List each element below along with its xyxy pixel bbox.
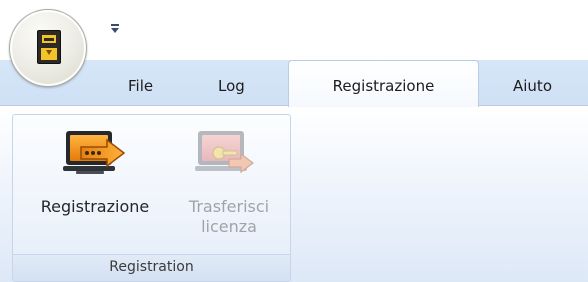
ribbon-group-label: Registration [109,259,194,275]
trasferisci-licenza-label: Trasferisci licenza [173,197,285,237]
app-icon-glyph [44,38,54,41]
tab-registrazione-label: Registrazione [332,77,435,95]
app-icon-top [42,35,56,43]
trasferisci-licenza-button: Trasferisci licenza [173,119,285,251]
tab-log[interactable]: Log [218,77,245,95]
monitor-key-arrow-icon [195,131,254,174]
application-menu-button[interactable] [9,9,87,87]
app-icon-arrow [46,50,52,55]
trasferisci-label-line2: licenza [201,217,257,236]
monitor-arrow-icon [63,131,126,174]
ribbon-group-registration: Registrazione Trasferisci licenza Regist… [12,114,291,282]
title-bar [0,0,588,60]
tab-aiuto[interactable]: Aiuto [513,77,552,95]
quick-access-bar [111,24,119,26]
ribbon-panel: Registrazione Trasferisci licenza Regist… [0,105,588,282]
registrazione-button-label: Registrazione [40,197,150,216]
trasferisci-label-line1: Trasferisci [188,197,270,216]
ribbon-tab-strip: File Log Registrazione Aiuto [0,60,588,107]
app-icon-bottom [41,48,57,60]
quick-access-menu-icon[interactable] [110,24,120,36]
tab-file[interactable]: File [128,77,153,95]
ribbon-group-footer: Registration [13,254,290,281]
app-orb-icon [37,30,61,64]
registrazione-button[interactable]: Registrazione [21,119,169,251]
quick-access-arrow [111,28,119,33]
tab-registrazione[interactable]: Registrazione [288,60,479,107]
